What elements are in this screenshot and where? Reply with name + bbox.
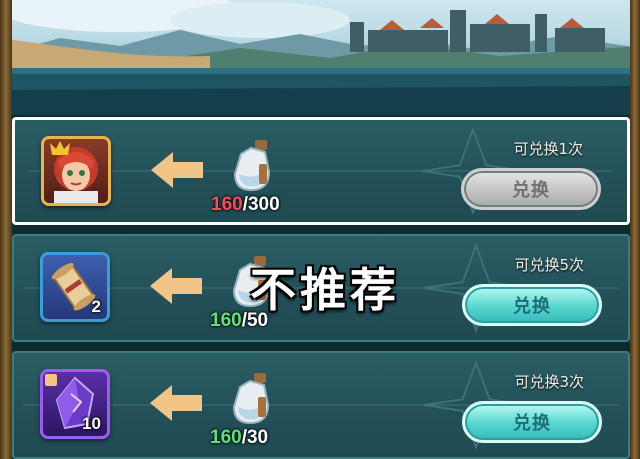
- hero-portrait-icon[interactable]: [41, 136, 111, 206]
- frame-right-border: [630, 0, 640, 459]
- crystal-shard-icon[interactable]: 10: [40, 369, 110, 439]
- required-count: /30: [241, 427, 269, 448]
- exchange-button[interactable]: 兑换: [461, 168, 601, 210]
- exchange-limit-label: 可兑换3次: [514, 373, 584, 391]
- frame-left-border: [0, 0, 12, 459]
- exchange-row-crystal: 10 160/30 可兑换3次 兑换: [12, 351, 630, 459]
- owned-count: 160: [210, 310, 242, 331]
- reward-count: 2: [91, 297, 101, 316]
- required-count: /300: [242, 194, 280, 215]
- exchange-button[interactable]: 兑换: [462, 284, 602, 326]
- reward-count: 10: [82, 414, 101, 433]
- potion-bottle-icon: [233, 140, 271, 192]
- scroll-icon[interactable]: 2: [40, 252, 110, 322]
- landscape-banner: [0, 0, 640, 115]
- exchange-limit-label: 可兑换5次: [514, 256, 584, 274]
- overlay-caption: 不推荐: [250, 263, 400, 317]
- exchange-arrow-icon: [151, 152, 203, 188]
- exchange-arrow-icon: [150, 385, 202, 421]
- owned-count: 160: [210, 427, 242, 448]
- owned-count: 160: [211, 194, 243, 215]
- cost-quantity: 160/300: [211, 194, 280, 216]
- exchange-row-hero: 160/300 可兑换1次 兑换: [12, 117, 630, 225]
- exchange-arrow-icon: [150, 268, 202, 304]
- exchange-button-label: 兑换: [513, 296, 551, 317]
- cost-quantity: 160/30: [210, 427, 268, 449]
- exchange-limit-label: 可兑换1次: [513, 140, 583, 158]
- exchange-button-label: 兑换: [512, 180, 550, 201]
- exchange-button[interactable]: 兑换: [462, 401, 602, 443]
- potion-bottle-icon: [232, 373, 270, 425]
- exchange-button-label: 兑换: [513, 413, 551, 434]
